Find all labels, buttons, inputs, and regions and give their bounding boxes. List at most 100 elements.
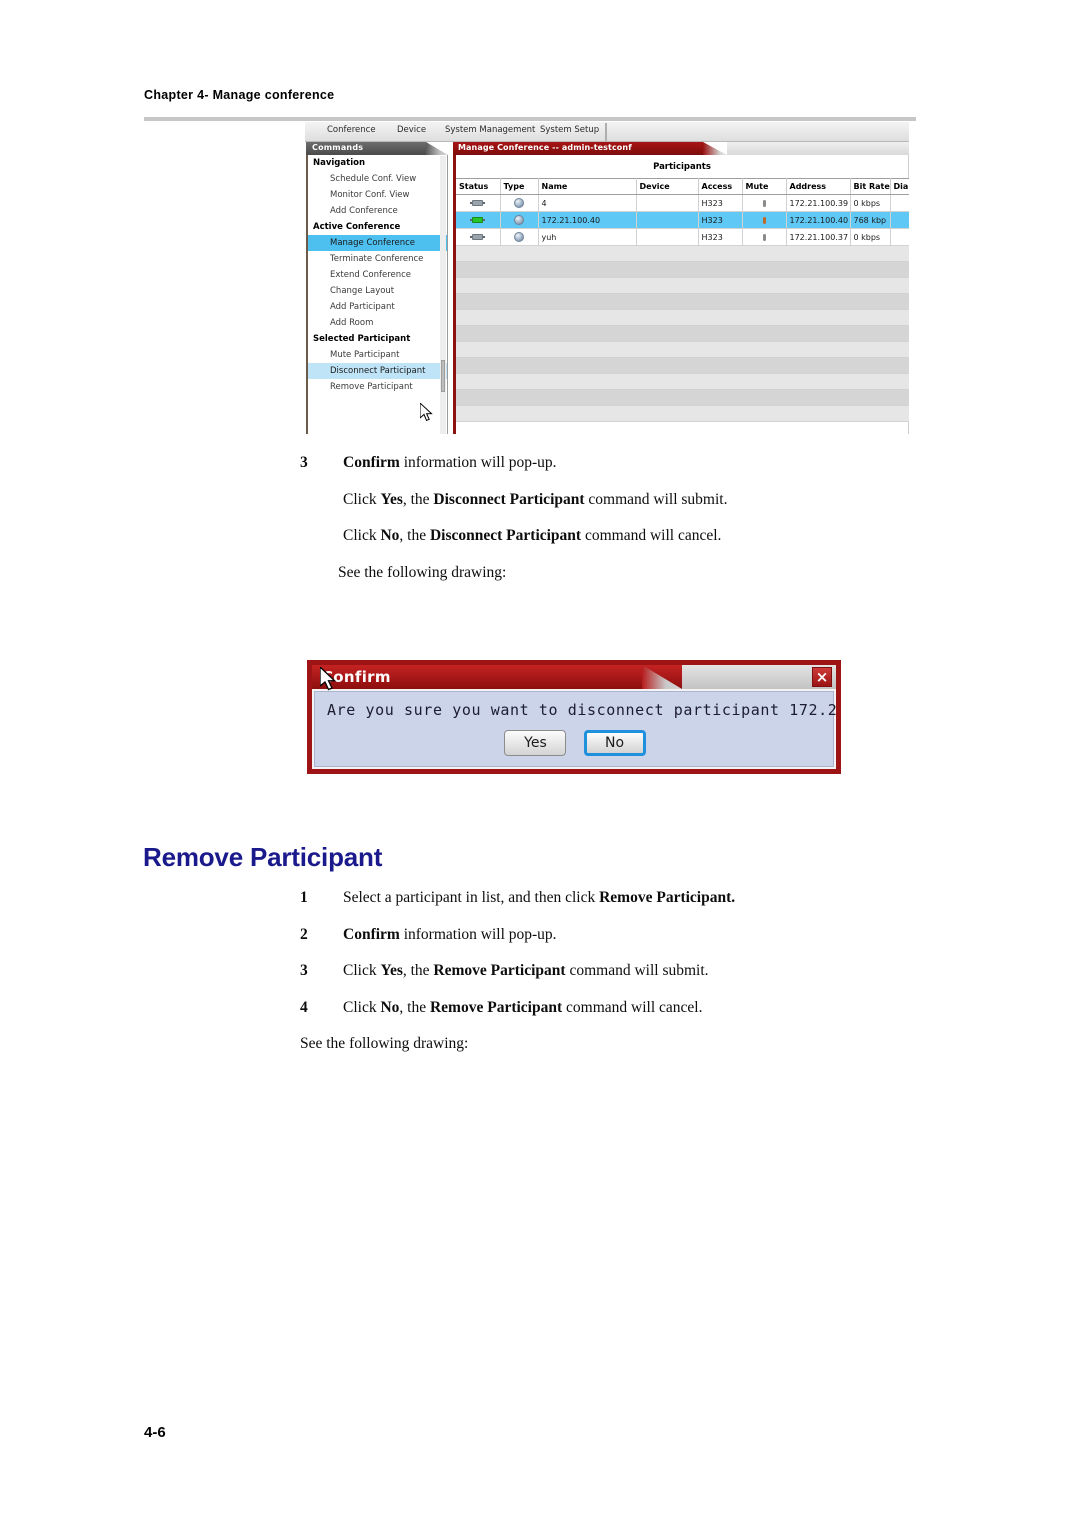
nav-scrollbar-thumb[interactable]: [441, 360, 445, 392]
cell-status: [456, 194, 501, 212]
participants-heading: Participants: [653, 162, 711, 172]
table-row-empty: [456, 389, 909, 406]
col-status[interactable]: Status: [456, 178, 501, 195]
menu-item-system-management[interactable]: System Management: [445, 125, 535, 135]
participants-table: Status Type Name Device Access Mute Addr…: [456, 178, 909, 422]
dialog-message: Are you sure you want to disconnect part…: [327, 701, 838, 719]
sidebar-item-remove-participant[interactable]: Remove Participant: [308, 379, 447, 395]
sidebar-item-monitor-conf-view[interactable]: Monitor Conf. View: [308, 187, 447, 203]
text-pre: Click: [343, 962, 381, 979]
sidebar-item-add-participant[interactable]: Add Participant: [308, 299, 447, 315]
sidebar-item-add-conference[interactable]: Add Conference: [308, 203, 447, 219]
manage-conference-screenshot: Conference Device System Management Syst…: [305, 122, 909, 434]
col-mute[interactable]: Mute: [742, 178, 787, 195]
sidebar-item-change-layout[interactable]: Change Layout: [308, 283, 447, 299]
header-divider: [144, 117, 916, 121]
commands-tab[interactable]: Commands: [306, 142, 426, 155]
step-4: 4 Click No, the Remove Participant comma…: [300, 998, 920, 1016]
sidebar-item-extend-conference[interactable]: Extend Conference: [308, 267, 447, 283]
text-pre: Click: [343, 490, 381, 508]
step-1: 1 Select a participant in list, and then…: [300, 890, 920, 906]
table-row-empty: [456, 357, 909, 374]
step-number: 4: [300, 998, 308, 1016]
text-bold-command: Disconnect Participant: [433, 490, 585, 508]
panel-tab-slope: [703, 142, 727, 155]
mute-icon: [762, 216, 766, 224]
app-menubar: Conference Device System Management Syst…: [305, 122, 909, 142]
text-mid: , the: [402, 962, 434, 979]
table-row[interactable]: 172.21.100.40 H323 172.21.100.40 768 kbp: [456, 211, 909, 229]
participants-area: Participants Status Type Name Device Acc…: [453, 155, 909, 434]
mute-icon: [762, 233, 766, 241]
cell-type: [500, 194, 539, 212]
col-name[interactable]: Name: [538, 178, 637, 195]
close-icon[interactable]: ×: [812, 667, 832, 687]
col-dial[interactable]: Dia: [890, 178, 909, 195]
cell-address: 172.21.100.37: [786, 228, 851, 246]
step-3: 3 Confirm information will pop-up.: [300, 455, 910, 471]
col-address[interactable]: Address: [786, 178, 851, 195]
cell-device: [636, 211, 699, 229]
menu-item-system-setup[interactable]: System Setup: [540, 125, 599, 135]
cell-access: H323: [698, 228, 743, 246]
text-post: information will pop-up.: [399, 925, 557, 943]
table-row-empty: [456, 325, 909, 342]
panel-tab-filler: [727, 142, 909, 155]
sidebar-item-manage-conference[interactable]: Manage Conference: [308, 235, 447, 251]
text-pre: Click: [343, 998, 381, 1016]
nav-scrollbar-track[interactable]: [440, 156, 446, 434]
line-click-yes: Click Yes, the Disconnect Participant co…: [343, 490, 910, 508]
table-row-empty: [456, 373, 909, 390]
table-row[interactable]: yuh H323 172.21.100.37 0 kbps: [456, 228, 909, 246]
cell-status: [456, 228, 501, 246]
cell-status: [456, 211, 501, 229]
text-bold-command: Remove Participant: [429, 998, 563, 1016]
step-bold: Confirm: [343, 454, 400, 471]
step-number: 3: [300, 962, 308, 979]
text-mid: , the: [399, 527, 430, 544]
step-text: Select a participant in list, and then c…: [343, 890, 920, 906]
step-text: Confirm information will pop-up.: [343, 925, 920, 943]
commands-nav-panel: Navigation Schedule Conf. View Monitor C…: [306, 155, 448, 434]
endpoint-type-icon: [514, 198, 524, 208]
status-disconnected-icon: [470, 200, 486, 206]
panel-title-tab: Manage Conference -- admin-testconf: [453, 142, 703, 155]
col-device[interactable]: Device: [636, 178, 699, 195]
step-number: 1: [300, 889, 308, 906]
text-bold-confirm: Confirm: [343, 925, 400, 943]
cell-mute: [742, 228, 787, 246]
page-number: 4-6: [144, 1424, 166, 1441]
menu-item-conference[interactable]: Conference: [327, 125, 376, 135]
text-bold-yes: Yes: [380, 490, 403, 508]
no-button[interactable]: No: [583, 730, 646, 756]
sidebar-item-terminate-conference[interactable]: Terminate Conference: [308, 251, 447, 267]
page-title: Remove Participant: [143, 842, 383, 872]
cell-mute: [742, 211, 787, 229]
col-type[interactable]: Type: [500, 178, 539, 195]
col-access[interactable]: Access: [698, 178, 743, 195]
cell-name: 4: [538, 194, 637, 212]
remove-steps-block: 1 Select a participant in list, and then…: [300, 890, 920, 1052]
cell-name: yuh: [538, 228, 637, 246]
table-row-empty: [456, 405, 909, 422]
sidebar-item-disconnect-participant[interactable]: Disconnect Participant: [308, 363, 447, 379]
table-row-empty: [456, 261, 909, 278]
text-bold-command: Remove Participant.: [599, 889, 736, 906]
line-text: Click Yes, the Disconnect Participant co…: [343, 490, 910, 508]
cell-bit-rate: 768 kbp: [850, 211, 891, 229]
sidebar-item-mute-participant[interactable]: Mute Participant: [308, 347, 447, 363]
table-row[interactable]: 4 H323 172.21.100.39 0 kbps: [456, 194, 909, 212]
table-row-empty: [456, 245, 909, 262]
step-rest: information will pop-up.: [399, 454, 557, 471]
yes-button[interactable]: Yes: [504, 730, 567, 756]
step-number: 3: [300, 454, 308, 471]
text-pre: Select a participant in list, and then c…: [343, 889, 600, 906]
sidebar-item-add-room[interactable]: Add Room: [308, 315, 447, 331]
nav-group-heading-selected-participant: Selected Participant: [313, 334, 411, 344]
cell-device: [636, 194, 699, 212]
manage-conference-panel: Manage Conference -- admin-testconf Part…: [453, 142, 909, 434]
text-bold-no: No: [380, 998, 400, 1016]
menu-item-device[interactable]: Device: [397, 125, 426, 135]
sidebar-item-schedule-conf-view[interactable]: Schedule Conf. View: [308, 171, 447, 187]
col-bit-rate[interactable]: Bit Rate: [850, 178, 891, 195]
